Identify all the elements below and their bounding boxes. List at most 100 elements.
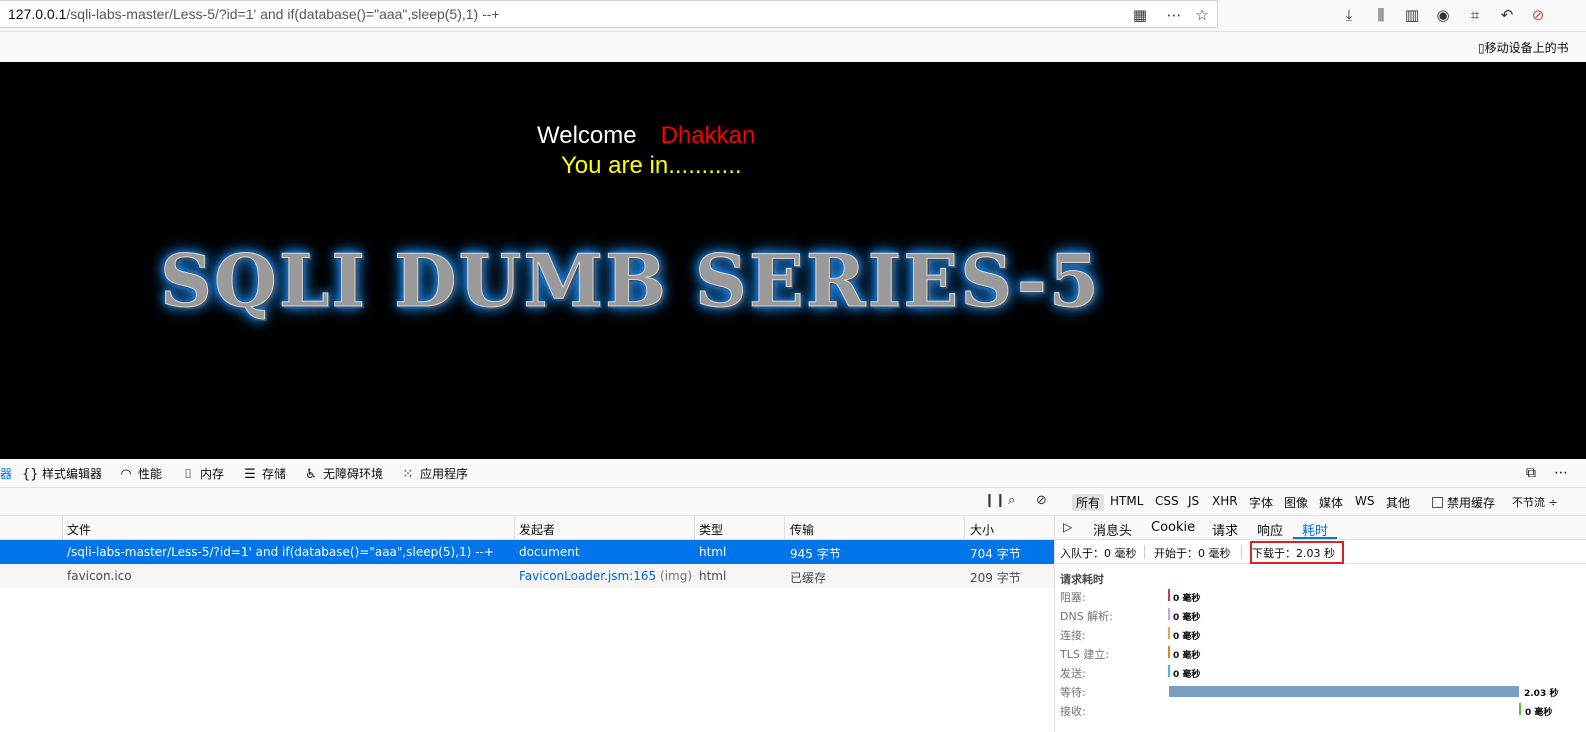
tab-style-editor[interactable]: {} 样式编辑器 (22, 465, 102, 482)
filter-html[interactable]: HTML (1110, 494, 1143, 508)
timing-label-send: 发送: (1060, 667, 1086, 680)
disable-cache-checkbox[interactable]: 禁用缓存 (1432, 494, 1495, 511)
timing-section-title: 请求耗时 (1060, 573, 1104, 586)
tab-performance[interactable]: ◠ 性能 (118, 465, 162, 482)
col-transferred[interactable]: 传输 (790, 521, 814, 538)
toggle-panel-icon[interactable]: ▷ (1063, 520, 1072, 534)
initiator-link[interactable]: FaviconLoader.jsm:165 (519, 569, 656, 583)
screenshot-crop-icon[interactable]: ⌗ (1464, 4, 1486, 26)
qr-code-icon[interactable]: ▦ (1130, 5, 1150, 25)
timing-label-tls: TLS 建立: (1060, 648, 1110, 661)
welcome-line: Welcome Dhakkan (537, 122, 755, 150)
filter-css[interactable]: CSS (1155, 494, 1179, 508)
page-content: Welcome Dhakkan You are in........... SQL… (0, 62, 1586, 459)
request-table: 文件 发起者 类型 传输 大小 /sqli-labs-master/Less-5… (0, 516, 1054, 732)
sidebar-icon[interactable]: ▥ (1401, 4, 1423, 26)
timing-label-dns: DNS 解析: (1060, 610, 1113, 623)
filter-images[interactable]: 图像 (1284, 494, 1308, 511)
request-details-panel: ▷ 消息头 Cookie 请求 响应 耗时 入队于：0 毫秒 开始于：0 毫秒 … (1054, 516, 1586, 732)
cell-size: 704 字节 (970, 547, 1021, 561)
bookmarks-toolbar: ▯移动设备上的书 (0, 32, 1586, 62)
table-row[interactable]: favicon.ico FaviconLoader.jsm:165 (img) … (0, 564, 1054, 588)
download-icon[interactable]: ⤓ (1338, 4, 1360, 26)
timing-value-receive: 0 毫秒 (1525, 708, 1553, 718)
network-toolbar: ❙❙ ⌕ ⊘ 所有 HTML CSS JS XHR 字体 图像 媒体 WS 其他… (0, 488, 1586, 516)
filter-xhr[interactable]: XHR (1212, 494, 1238, 508)
timing-value-tls: 0 毫秒 (1173, 651, 1201, 661)
pause-icon[interactable]: ❙❙ (984, 493, 1006, 508)
devtools-tab-bar: 器 {} 样式编辑器 ◠ 性能 ⌷ 内存 ☰ 存储 ♿ 无障碍环境 ⁙ 应用程序 ⧉ ⋯ (0, 459, 1586, 488)
tab-request[interactable]: 请求 (1212, 520, 1238, 539)
tab-memory[interactable]: ⌷ 内存 (180, 465, 224, 482)
timing-mark-receive (1519, 703, 1521, 715)
cell-type: html (699, 569, 727, 583)
timing-label-blocked: 阻塞: (1060, 591, 1086, 604)
cell-size: 209 字节 (970, 571, 1021, 585)
clear-icon[interactable]: ⊘ (1036, 493, 1047, 508)
bookmark-star-icon[interactable]: ☆ (1192, 5, 1212, 25)
filter-other[interactable]: 其他 (1386, 494, 1410, 511)
timing-mark-blocked (1168, 589, 1170, 601)
grid-icon: ⁙ (402, 467, 414, 482)
url-text[interactable]: 127.0.0.1/sqli-labs-master/Less-5/?id=1'… (8, 6, 500, 22)
tab-headers[interactable]: 消息头 (1093, 520, 1132, 539)
col-size[interactable]: 大小 (970, 521, 994, 538)
banner-title: SQLI DUMB SERIES-5 (160, 238, 1101, 324)
filter-all[interactable]: 所有 (1072, 494, 1105, 511)
filter-js[interactable]: JS (1188, 494, 1199, 508)
braces-icon: {} (22, 467, 39, 482)
chip-icon: ⌷ (184, 467, 192, 482)
cell-transferred: 945 字节 (790, 547, 841, 561)
col-initiator[interactable]: 发起者 (519, 521, 555, 538)
timing-value-send: 0 毫秒 (1173, 670, 1201, 680)
throttle-select[interactable]: 不节流 ÷ (1512, 494, 1558, 510)
devtools-menu-icon[interactable]: ⋯ (1554, 465, 1568, 481)
filter-fonts[interactable]: 字体 (1249, 494, 1273, 511)
tab-storage[interactable]: ☰ 存储 (242, 465, 286, 482)
tab-response[interactable]: 响应 (1257, 520, 1283, 539)
timing-value-dns: 0 毫秒 (1173, 613, 1201, 623)
more-actions-icon[interactable]: ⋯ (1164, 5, 1184, 25)
tab-application[interactable]: ⁙ 应用程序 (400, 465, 468, 482)
back-arrow-icon[interactable]: ↶ (1496, 4, 1518, 26)
url-host: 127.0.0.1 (8, 6, 67, 22)
welcome-name: Dhakkan (660, 122, 756, 149)
cell-initiator: document (519, 545, 580, 559)
cell-initiator: FaviconLoader.jsm:165 (img) (519, 569, 692, 583)
timing-mark-tls (1168, 646, 1170, 658)
status-message: You are in........... (561, 152, 742, 179)
request-table-header: 文件 发起者 类型 传输 大小 (0, 516, 1054, 540)
cell-file: /sqli-labs-master/Less-5/?id=1' and if(d… (67, 545, 494, 559)
welcome-text: Welcome (537, 122, 637, 149)
url-bar[interactable]: 127.0.0.1/sqli-labs-master/Less-5/?id=1'… (0, 0, 1218, 28)
cell-type: html (699, 545, 727, 559)
mobile-bookmarks[interactable]: ▯移动设备上的书 (1478, 39, 1569, 56)
timing-label-connect: 连接: (1060, 629, 1086, 642)
highlight-box (1250, 541, 1344, 564)
account-icon[interactable]: ◉ (1432, 4, 1454, 26)
blocked-addon-icon[interactable]: ⊘ (1527, 4, 1549, 26)
mobile-device-icon: ▯ (1478, 41, 1485, 55)
timing-label-wait: 等待: (1060, 686, 1086, 699)
cell-transferred: 已缓存 (790, 571, 827, 585)
active-tab-indicator (1293, 537, 1337, 539)
tab-cookies[interactable]: Cookie (1151, 520, 1195, 535)
search-icon[interactable]: ⌕ (1008, 493, 1015, 508)
col-file[interactable]: 文件 (67, 521, 91, 538)
col-type[interactable]: 类型 (699, 521, 723, 538)
filter-media[interactable]: 媒体 (1319, 494, 1343, 511)
timing-mark-dns (1168, 608, 1170, 620)
devtools-panel: 器 {} 样式编辑器 ◠ 性能 ⌷ 内存 ☰ 存储 ♿ 无障碍环境 ⁙ 应用程序 ⧉ ⋯ ❙… (0, 459, 1586, 732)
timing-value-connect: 0 毫秒 (1173, 632, 1201, 642)
details-tab-bar: ▷ 消息头 Cookie 请求 响应 耗时 (1055, 516, 1586, 540)
checkbox-icon[interactable] (1432, 497, 1443, 508)
tab-accessibility[interactable]: ♿ 无障碍环境 (303, 465, 383, 482)
summary-queued: 入队于：0 毫秒 (1060, 547, 1137, 560)
filter-ws[interactable]: WS (1355, 494, 1374, 508)
tab-network-cut[interactable]: 器 (0, 465, 12, 482)
cell-file: favicon.ico (67, 569, 132, 583)
dock-toggle-icon[interactable]: ⧉ (1526, 465, 1536, 481)
library-icon[interactable]: ⫼ (1370, 4, 1392, 26)
table-row[interactable]: /sqli-labs-master/Less-5/?id=1' and if(d… (0, 540, 1054, 564)
gauge-icon: ◠ (120, 467, 132, 482)
